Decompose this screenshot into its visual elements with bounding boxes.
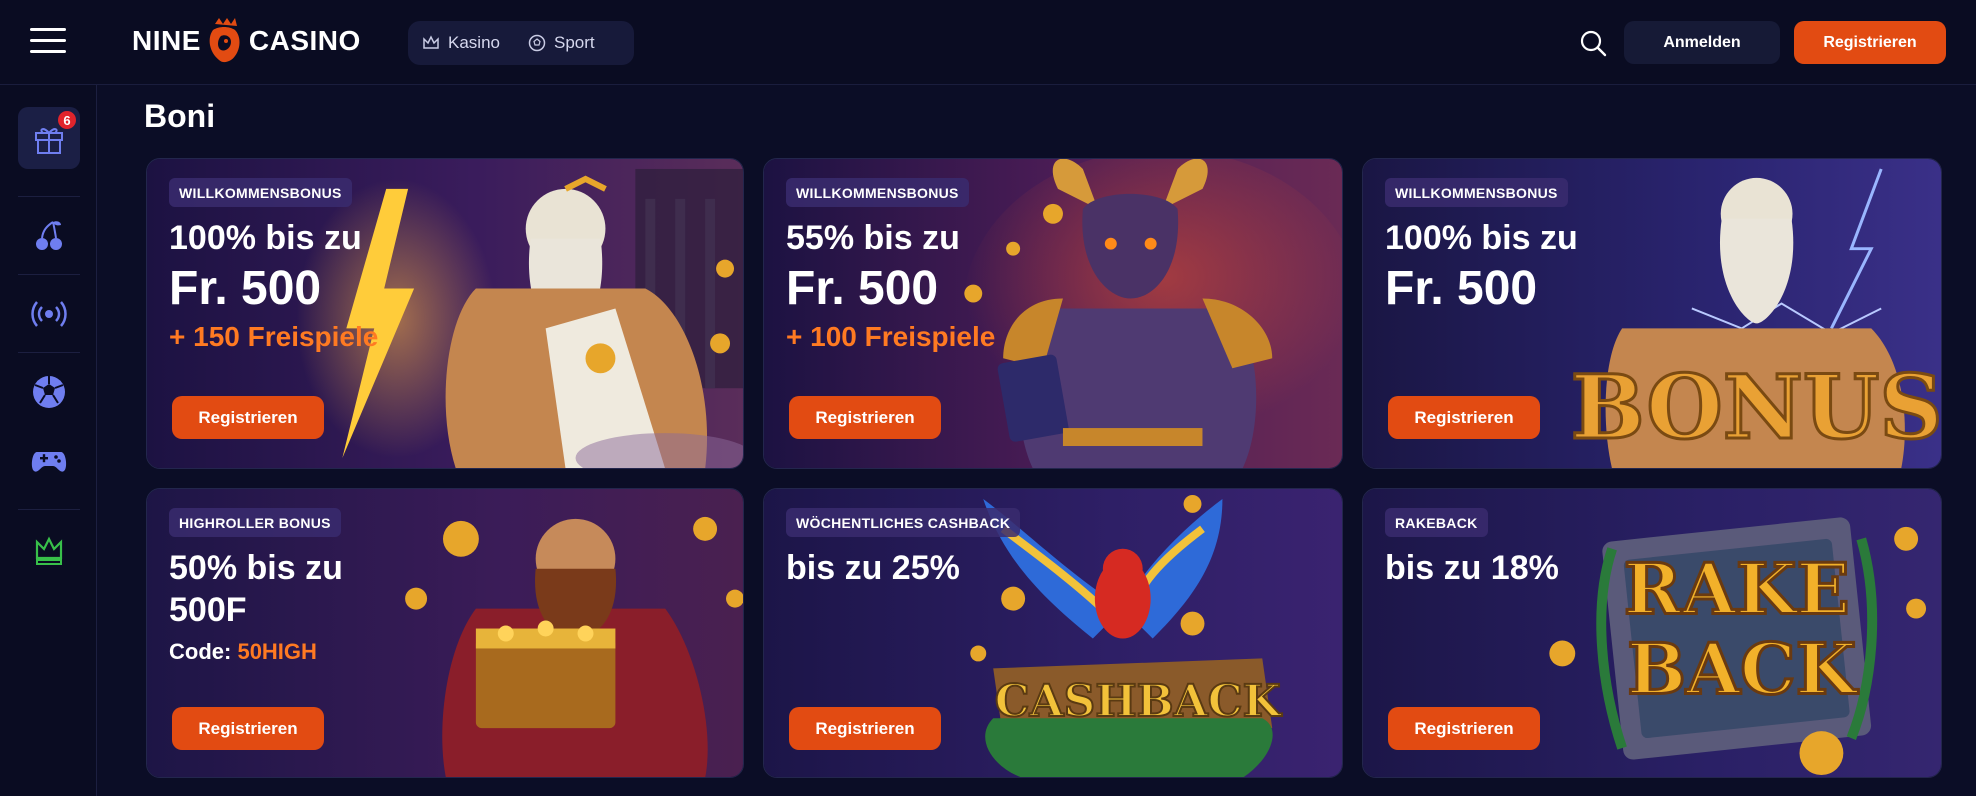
bonus-amount: 500F (169, 591, 247, 629)
register-button[interactable]: Registrieren (172, 396, 324, 439)
bonus-code: Code: 50HIGH (169, 639, 317, 665)
card-label: RAKEBACK (1385, 508, 1488, 537)
soccer-ball-icon (33, 376, 65, 408)
sidebar-item-live[interactable] (18, 283, 80, 345)
register-button[interactable]: Registrieren (172, 707, 324, 750)
bonus-percent: 100% bis zu (169, 219, 362, 257)
nav-sport-label: Sport (553, 33, 595, 52)
code-label: Code: (169, 639, 232, 664)
sidebar-item-games[interactable] (18, 429, 80, 491)
logo-text-right: CASINO (248, 25, 361, 56)
sidebar-divider (18, 509, 80, 510)
free-spins: + 150 Freispiele (169, 321, 379, 352)
bonus-amount: Fr. 500 (169, 262, 322, 315)
soccer-ball-icon (528, 34, 546, 52)
card-label: WILLKOMMENSBONUS (1385, 178, 1568, 207)
sidebar-item-sport[interactable] (18, 361, 80, 423)
bonus-amount: Fr. 500 (786, 262, 939, 315)
brand-logo[interactable]: NINE CASINO (132, 16, 361, 66)
bonus-card-welcome-3[interactable]: BONUS WILLKOMMENSBONUS 100% bis zu Fr. 5… (1362, 158, 1942, 469)
nav-sport[interactable]: Sport (528, 33, 595, 53)
rakeback-percent: bis zu 18% (1385, 549, 1559, 587)
rake-art-text: RAKE (1624, 550, 1850, 631)
lion-logo-icon (209, 18, 240, 63)
register-button[interactable]: Registrieren (1388, 396, 1540, 439)
bonus-card-cashback[interactable]: CASHBACK WÖCHENTLICHES CASHBACK bis zu 2… (763, 488, 1343, 778)
sidebar-item-vip[interactable] (18, 519, 80, 581)
cherries-icon (36, 221, 62, 250)
bonus-percent: 55% bis zu (786, 219, 960, 257)
card-label: HIGHROLLER BONUS (169, 508, 341, 537)
sidebar-item-slots[interactable] (18, 205, 80, 267)
bonus-card-welcome-1[interactable]: WILLKOMMENSBONUS 100% bis zu Fr. 500 + 1… (146, 158, 744, 469)
card-label: WILLKOMMENSBONUS (786, 178, 969, 207)
register-button[interactable]: Registrieren (1794, 21, 1946, 64)
hamburger-menu-icon[interactable] (30, 28, 66, 56)
search-icon[interactable] (1578, 28, 1608, 58)
sidebar-divider (18, 352, 80, 353)
nav-kasino-label: Kasino (448, 33, 500, 52)
bonus-amount: Fr. 500 (1385, 262, 1538, 315)
page-title: Boni (144, 98, 216, 134)
bonus-percent: 100% bis zu (1385, 219, 1578, 257)
register-button[interactable]: Registrieren (789, 707, 941, 750)
card-label: WÖCHENTLICHES CASHBACK (786, 508, 1021, 537)
back-art-text: BACK (1627, 629, 1859, 710)
sidebar: 6 (0, 85, 97, 796)
crown-icon (35, 536, 63, 565)
code-value: 50HIGH (237, 639, 317, 664)
sidebar-item-bonuses[interactable]: 6 (18, 107, 80, 169)
sidebar-divider (18, 196, 80, 197)
live-broadcast-icon (31, 301, 67, 327)
bonus-art-text: BONUS (1571, 356, 1941, 459)
bonus-percent: 50% bis zu (169, 549, 343, 587)
register-button[interactable]: Registrieren (789, 396, 941, 439)
crown-icon (423, 35, 439, 49)
cashback-percent: bis zu 25% (786, 549, 960, 587)
top-nav: Kasino Sport (408, 21, 634, 65)
logo-text-left: NINE (132, 25, 201, 56)
bonus-card-rakeback[interactable]: RAKE BACK RAKEBACK bis zu 18% Registrier… (1362, 488, 1942, 778)
register-button[interactable]: Registrieren (1388, 707, 1540, 750)
nav-kasino[interactable]: Kasino (422, 33, 500, 53)
top-header: NINE CASINO Kasino Sport Anmelden Regist… (0, 0, 1976, 85)
card-label: WILLKOMMENSBONUS (169, 178, 352, 207)
notification-badge: 6 (56, 109, 78, 131)
gamepad-icon (31, 452, 67, 472)
sidebar-divider (18, 274, 80, 275)
bonus-card-welcome-2[interactable]: WILLKOMMENSBONUS 55% bis zu Fr. 500 + 10… (763, 158, 1343, 469)
bonus-card-highroller[interactable]: HIGHROLLER BONUS 50% bis zu 500F Code: 5… (146, 488, 744, 778)
free-spins: + 100 Freispiele (786, 321, 996, 352)
login-button[interactable]: Anmelden (1624, 21, 1780, 64)
